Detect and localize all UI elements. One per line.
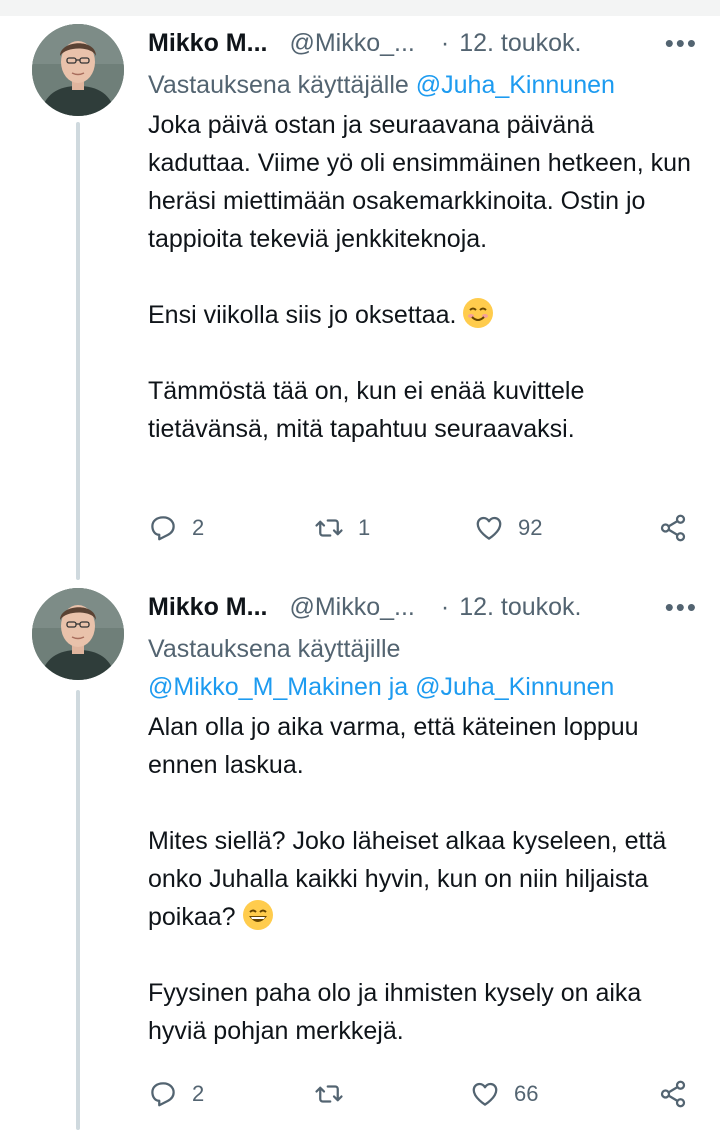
tweet-paragraph: Tämmöstä tää on, kun ei enää kuvittele t… [148, 377, 585, 443]
tweet-paragraph: Ensi viikolla siis jo oksettaa. [148, 296, 698, 334]
tweet-paragraph: Fyysinen paha olo ja ihmisten kysely on … [148, 979, 642, 1045]
heart-icon [476, 516, 502, 540]
reply-bubble-icon [151, 1082, 175, 1107]
avatar-image [32, 24, 124, 116]
reply-prefix: Vastauksena käyttäjille [148, 635, 401, 663]
tweet-paragraph: Joka päivä ostan ja seuraavana päivänä k… [148, 111, 691, 253]
reply-mention[interactable]: @Juha_Kinnunen [416, 71, 615, 99]
like-count: 92 [518, 515, 543, 540]
reply-bubble-icon [151, 516, 175, 541]
reply-context: Vastauksena käyttäjille @Mikko_M_Makinen… [148, 630, 698, 706]
share-button[interactable] [658, 1074, 688, 1114]
author-handle[interactable]: @Mikko_... [289, 29, 414, 58]
share-button[interactable] [658, 508, 688, 548]
smiling-face-with-smiling-eyes-icon [463, 298, 494, 328]
avatar[interactable] [32, 24, 124, 116]
retweet-button[interactable] [314, 1074, 358, 1114]
tweet[interactable]: Mikko M... @Mikko_... · 12. toukok. ••• … [0, 24, 720, 580]
tweet-actions: 2 66 [148, 1074, 688, 1114]
tweet-paragraph: Alan olla jo aika varma, että käteinen l… [148, 713, 639, 779]
avatar-image [32, 588, 124, 680]
retweet-button[interactable]: 1 [314, 508, 370, 548]
share-icon [660, 1080, 686, 1108]
tweet-date[interactable]: 12. toukok. [459, 593, 581, 622]
reply-mention[interactable]: @Mikko_M_Makinen ja @Juha_Kinnunen [148, 668, 698, 706]
tweet-text: Alan olla jo aika varma, että käteinen l… [148, 708, 698, 1050]
tweet-date[interactable]: 12. toukok. [459, 29, 581, 58]
more-icon[interactable]: ••• [665, 588, 698, 626]
like-count: 66 [514, 1081, 539, 1106]
reply-prefix: Vastauksena käyttäjälle [148, 71, 409, 99]
tweet-actions: 2 1 92 [148, 508, 688, 548]
top-strip [0, 0, 720, 16]
tweet-content: Mikko M... @Mikko_... · 12. toukok. ••• … [148, 588, 698, 1050]
share-icon [660, 514, 686, 542]
retweet-icon [315, 1085, 343, 1103]
tweet-content: Mikko M... @Mikko_... · 12. toukok. ••• … [148, 24, 698, 448]
more-icon[interactable]: ••• [665, 24, 698, 62]
reply-count: 2 [192, 515, 205, 540]
like-button[interactable]: 66 [470, 1074, 538, 1114]
author-handle[interactable]: @Mikko_... [289, 593, 414, 622]
reply-button[interactable]: 2 [148, 508, 204, 548]
heart-icon [472, 1082, 498, 1106]
tweet-header: Mikko M... @Mikko_... · 12. toukok. ••• [148, 24, 698, 62]
tweet-header: Mikko M... @Mikko_... · 12. toukok. ••• [148, 588, 698, 626]
separator-dot: · [440, 592, 450, 621]
reply-count: 2 [192, 1081, 205, 1106]
tweet[interactable]: Mikko M... @Mikko_... · 12. toukok. ••• … [0, 588, 720, 1128]
avatar[interactable] [32, 588, 124, 680]
tweet-text: Joka päivä ostan ja seuraavana päivänä k… [148, 106, 698, 448]
author-name[interactable]: Mikko M... [148, 593, 267, 622]
reply-context: Vastauksena käyttäjälle @Juha_Kinnunen [148, 66, 698, 104]
retweet-count: 1 [358, 515, 371, 540]
grinning-face-with-smiling-eyes-icon [242, 900, 273, 930]
retweet-icon [315, 519, 343, 537]
tweet-paragraph: Mites siellä? Joko läheiset alkaa kysele… [148, 827, 667, 931]
reply-button[interactable]: 2 [148, 1074, 204, 1114]
like-button[interactable]: 92 [474, 508, 542, 548]
separator-dot: · [440, 28, 450, 57]
author-name[interactable]: Mikko M... [148, 29, 267, 58]
